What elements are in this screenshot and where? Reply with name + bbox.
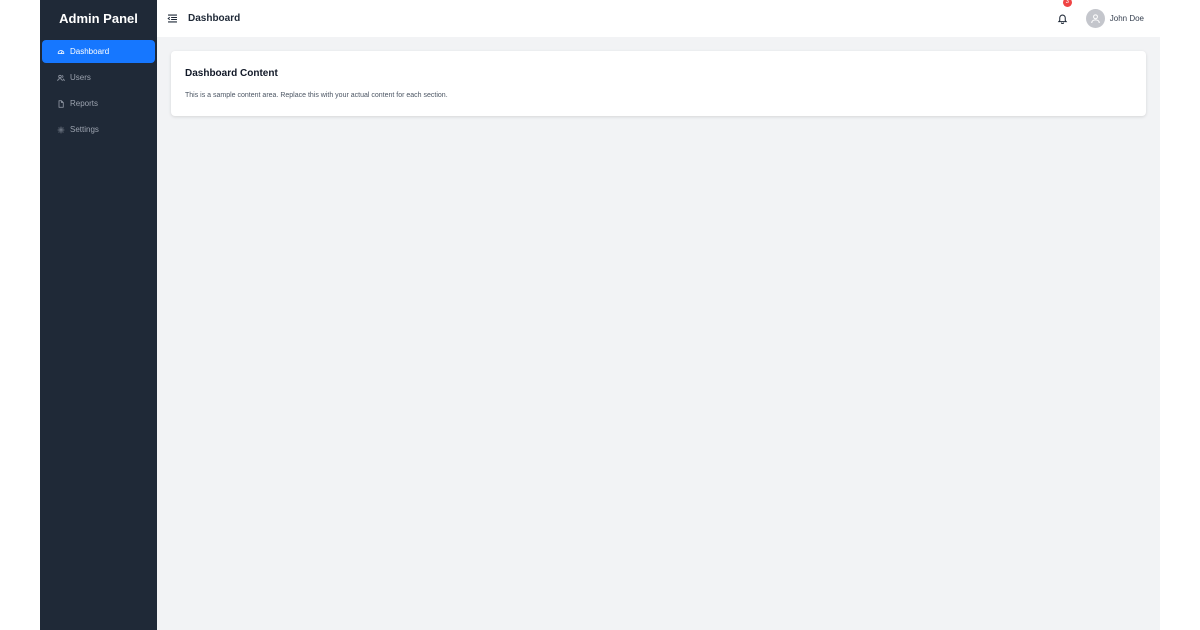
gear-icon [56, 125, 65, 134]
sidebar-item-users[interactable]: Users [42, 66, 155, 89]
file-icon [56, 99, 65, 108]
content-area: Dashboard Content This is a sample conte… [157, 37, 1160, 130]
dashboard-icon [56, 47, 65, 56]
main-area: Dashboard 3 John Doe Dashboard Content T… [157, 0, 1160, 630]
sidebar: Admin Panel Dashboard Users Reports Sett… [40, 0, 157, 630]
menu-fold-icon[interactable] [167, 13, 178, 24]
sidebar-item-reports[interactable]: Reports [42, 92, 155, 115]
sidebar-item-settings[interactable]: Settings [42, 118, 155, 141]
sidebar-item-label: Reports [70, 99, 99, 108]
user-menu[interactable]: John Doe [1085, 9, 1144, 28]
sidebar-item-label: Users [70, 73, 91, 82]
header-actions: 3 John Doe [1057, 0, 1144, 28]
sidebar-item-dashboard[interactable]: Dashboard [42, 40, 155, 63]
users-icon [56, 73, 65, 82]
notification-badge: 3 [1062, 0, 1072, 7]
content-card: Dashboard Content This is a sample conte… [171, 51, 1146, 116]
app-shell: Admin Panel Dashboard Users Reports Sett… [40, 0, 1160, 630]
sidebar-nav: Dashboard Users Reports Settings [40, 37, 157, 141]
page-title: Dashboard [188, 13, 241, 24]
avatar [1085, 9, 1105, 28]
card-title: Dashboard Content [185, 68, 278, 79]
sidebar-item-label: Settings [70, 125, 99, 134]
top-header: Dashboard 3 John Doe [157, 0, 1160, 37]
user-name: John Doe [1109, 14, 1144, 23]
sidebar-item-label: Dashboard [70, 47, 110, 56]
sidebar-title: Admin Panel [59, 11, 138, 26]
bell-icon[interactable]: 3 [1057, 0, 1072, 25]
card-text: This is a sample content area. Replace t… [185, 92, 448, 99]
